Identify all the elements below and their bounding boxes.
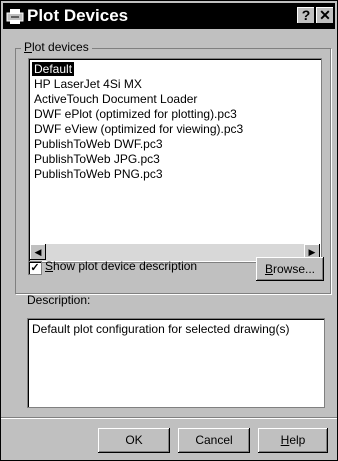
window-title: Plot Devices bbox=[27, 6, 129, 25]
plot-devices-group-label: Plot devices bbox=[21, 40, 92, 54]
list-item[interactable]: Default bbox=[30, 61, 76, 77]
list-item[interactable]: PublishToWeb JPG.pc3 bbox=[32, 152, 162, 166]
show-description-label[interactable]: Show plot device description bbox=[45, 259, 197, 274]
scroll-left-icon[interactable]: ◀ bbox=[30, 244, 46, 260]
list-item[interactable]: PublishToWeb DWF.pc3 bbox=[32, 137, 165, 151]
close-button[interactable]: ✕ bbox=[316, 7, 334, 24]
browse-button[interactable]: Browse... bbox=[256, 257, 324, 281]
description-box: Default plot configuration for selected … bbox=[27, 318, 325, 408]
list-item[interactable]: DWF eView (optimized for viewing).pc3 bbox=[32, 122, 245, 136]
title-bar[interactable]: Plot Devices ? ✕ bbox=[3, 3, 335, 29]
list-item[interactable]: PublishToWeb PNG.pc3 bbox=[32, 167, 165, 181]
list-item[interactable]: HP LaserJet 4Si MX bbox=[32, 77, 144, 91]
plot-devices-dialog: Plot Devices ? ✕ Plot devices Default HP… bbox=[0, 0, 338, 461]
description-label: Description: bbox=[27, 293, 91, 307]
separator bbox=[1, 417, 337, 418]
plotter-icon bbox=[6, 9, 24, 24]
cancel-button[interactable]: Cancel bbox=[178, 428, 250, 453]
show-description-checkbox[interactable]: ✓ bbox=[28, 261, 42, 275]
ok-button[interactable]: OK bbox=[98, 428, 170, 453]
help-button[interactable]: Help bbox=[258, 428, 328, 453]
description-text: Default plot configuration for selected … bbox=[32, 322, 290, 336]
list-item[interactable]: DWF ePlot (optimized for plotting).pc3 bbox=[32, 107, 239, 121]
list-item[interactable]: ActiveTouch Document Loader bbox=[32, 92, 199, 106]
plot-devices-list[interactable]: Default HP LaserJet 4Si MX ActiveTouch D… bbox=[28, 58, 322, 263]
help-title-button[interactable]: ? bbox=[297, 7, 315, 24]
